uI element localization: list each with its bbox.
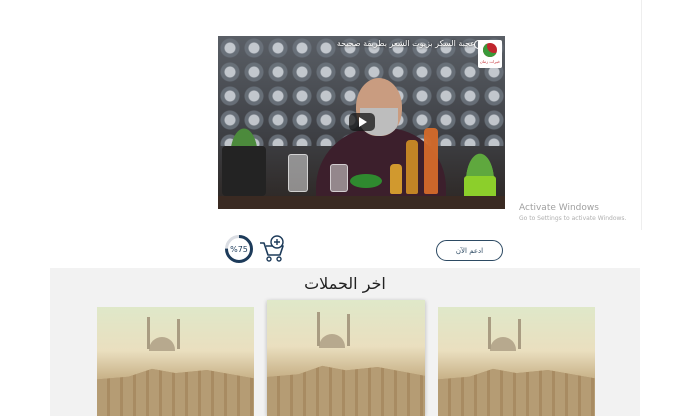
oil-bottle: [390, 164, 402, 194]
progress-arc: [225, 235, 253, 263]
divider: [641, 0, 642, 230]
minaret: [518, 319, 521, 349]
minaret: [347, 314, 350, 346]
activate-windows-title: Activate Windows: [519, 203, 599, 213]
table: [218, 196, 505, 209]
channel-logo-text: خيرات زمان: [479, 59, 501, 64]
glass-jar: [288, 154, 308, 192]
support-now-button[interactable]: ادعم الآن: [436, 240, 503, 261]
activate-windows-subtitle: Go to Settings to activate Windows.: [519, 215, 627, 222]
glass-cup: [330, 164, 348, 192]
video-title[interactable]: عجبة السكر بزيوت الشعر بطريقة صحيحة: [337, 39, 475, 48]
minaret: [488, 317, 491, 349]
video-player[interactable]: عجبة السكر بزيوت الشعر بطريقة صحيحة خيرا…: [218, 36, 505, 209]
add-to-cart-icon[interactable]: [258, 234, 286, 264]
oil-bottle: [424, 128, 438, 194]
channel-logo[interactable]: خيرات زمان: [478, 40, 502, 68]
campaign-card[interactable]: [97, 307, 254, 416]
campaign-card[interactable]: [267, 300, 425, 416]
play-icon[interactable]: [349, 113, 375, 131]
greens-plate: [350, 174, 382, 188]
campaign-card[interactable]: [438, 307, 595, 416]
oil-bottle: [406, 140, 418, 194]
section-title: اخر الحملات: [304, 274, 386, 293]
plant-pot: [222, 146, 266, 196]
latest-campaigns-section: اخر الحملات: [50, 268, 640, 416]
minaret: [147, 317, 150, 349]
minaret: [177, 319, 180, 349]
minaret: [317, 312, 320, 346]
apple-logo-icon: [483, 43, 497, 57]
